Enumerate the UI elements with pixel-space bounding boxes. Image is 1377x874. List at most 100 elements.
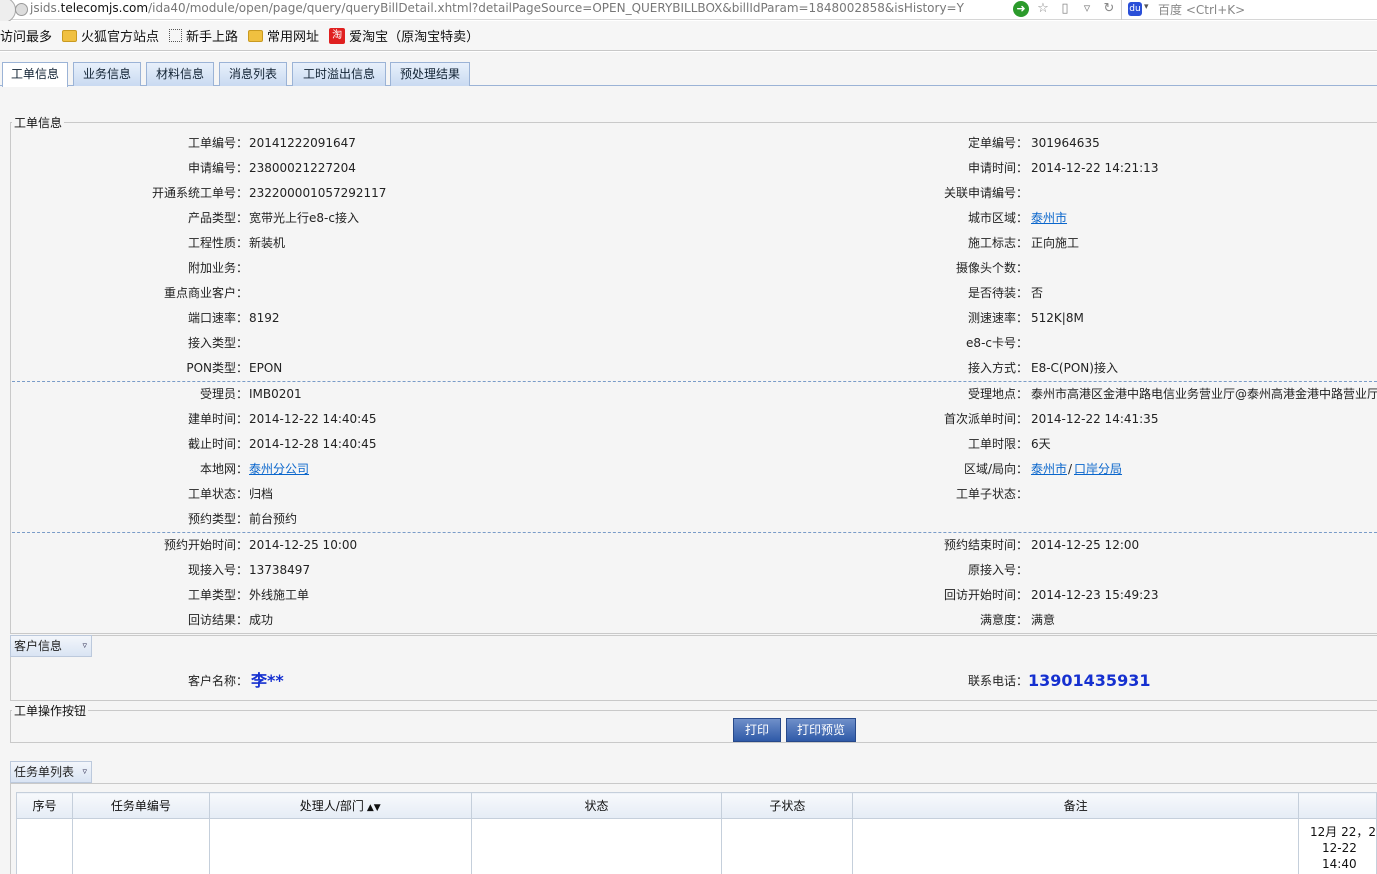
info-row: 回访结果： 成功 满意度： 满意 [0, 610, 1377, 630]
col-sub-status[interactable]: 子状态 [721, 792, 854, 819]
field-label: 预约开始时间： [163, 538, 248, 552]
url-text[interactable]: jsids.telecomjs.com/ida40/module/open/pa… [30, 1, 964, 15]
reload-icon[interactable]: ↻ [1101, 1, 1117, 17]
field-label: PON类型： [186, 361, 248, 375]
field-label: 端口速率： [187, 311, 248, 325]
tab-message-list[interactable]: 消息列表 [219, 62, 287, 86]
field-label: 受理地点： [967, 387, 1028, 401]
field-value: 宽带光上行e8-c接入 [249, 211, 359, 225]
info-row: 端口速率： 8192 测速速率： 512K|8M [0, 308, 1377, 328]
field-value: 2014-12-22 14:21:13 [1031, 161, 1159, 175]
cell-sub-status [721, 818, 854, 874]
field-label: 测速速率： [967, 311, 1028, 325]
address-bar[interactable]: jsids.telecomjs.com/ida40/module/open/pa… [0, 0, 1377, 23]
col-index[interactable]: 序号 [16, 792, 73, 819]
field-label: 受理员： [199, 387, 248, 401]
field-label: 预约结束时间： [943, 538, 1028, 552]
info-row: 工单状态： 归档 工单子状态： [0, 484, 1377, 504]
time-line: 12月 22，2 [1310, 825, 1376, 839]
field-value: 新装机 [249, 236, 286, 250]
task-list-title: 任务单列表 [14, 765, 75, 779]
star-icon[interactable]: ☆ [1035, 1, 1051, 17]
field-value[interactable]: 口岸分局 [1074, 459, 1122, 479]
field-label: 关联申请编号： [943, 186, 1028, 200]
field-value: IMB0201 [249, 387, 302, 401]
field-label: 重点商业客户： [163, 286, 248, 300]
table-header-row: 序号 任务单编号 处理人/部门 ▲▼ 状态 子状态 备注 [16, 792, 1377, 819]
field-value: 2014-12-23 15:49:23 [1031, 588, 1159, 602]
field-value: 泰州市高港区金港中路电信业务营业厅@泰州高港金港中路营业厅 [1031, 387, 1377, 401]
collapse-icon[interactable]: ▿ [82, 762, 87, 782]
field-value: 512K|8M [1031, 311, 1084, 325]
customer-name-value: 李** [251, 671, 284, 690]
page-content: 工单信息 业务信息 材料信息 消息列表 工时溢出信息 预处理结果 工单信息 工单… [0, 52, 1377, 874]
divider [12, 532, 1377, 533]
col-task-no[interactable]: 任务单编号 [71, 792, 210, 819]
info-row: 现接入号： 13738497 原接入号： [0, 560, 1377, 580]
field-label: 工程性质： [187, 236, 248, 250]
task-list-header[interactable]: 任务单列表 ▿ [10, 761, 92, 783]
collapse-icon[interactable]: ▿ [82, 636, 87, 656]
col-status[interactable]: 状态 [470, 792, 723, 819]
field-value[interactable]: 泰州分公司 [249, 459, 309, 479]
bookmark-taobao[interactable]: 淘 爱淘宝（原淘宝特卖） [329, 26, 479, 45]
bookmark-common-sites[interactable]: 常用网址 [248, 26, 319, 45]
info-row: 工程性质： 新装机 施工标志： 正向施工 [0, 233, 1377, 253]
field-label: 接入方式： [967, 361, 1028, 375]
tab-overtime-info[interactable]: 工时溢出信息 [292, 62, 386, 86]
tab-preprocess-result[interactable]: 预处理结果 [390, 62, 470, 86]
bookmark-label: 常用网址 [267, 30, 320, 45]
sort-icon[interactable]: ▲▼ [367, 803, 381, 813]
tab-order-info[interactable]: 工单信息 [2, 62, 68, 87]
col-remark[interactable]: 备注 [852, 792, 1300, 819]
field-value[interactable]: 泰州市 [1031, 459, 1067, 479]
search-engine-dropdown-icon[interactable]: ▾ [1144, 2, 1149, 12]
search-box[interactable]: du ▾ 百度 <Ctrl+K> [1121, 0, 1377, 20]
info-row: 工单类型： 外线施工单 回访开始时间： 2014-12-23 15:49:23 [0, 585, 1377, 605]
dropdown-icon[interactable]: ▿ [1079, 1, 1095, 17]
field-value: 否 [1031, 286, 1044, 300]
bookmark-most-visited[interactable]: 访问最多 [0, 26, 52, 45]
field-label: 回访开始时间： [943, 588, 1028, 602]
baidu-icon[interactable]: du [1128, 2, 1142, 16]
field-label: 区域/局向： [963, 462, 1028, 476]
bookmark-label: 访问最多 [0, 30, 53, 45]
back-button[interactable] [0, 0, 16, 23]
field-value: 23800021227204 [249, 161, 356, 175]
field-value: 2014-12-22 14:41:35 [1031, 412, 1159, 426]
field-label: 工单类型： [187, 588, 248, 602]
field-label: 满意度： [979, 613, 1028, 627]
customer-info-header[interactable]: 客户信息 ▿ [10, 635, 92, 657]
info-row: 申请编号： 23800021227204 申请时间： 2014-12-22 14:21… [0, 158, 1377, 178]
go-icon[interactable]: ➜ [1013, 1, 1029, 17]
bookmark-getting-started[interactable]: 新手上路 [169, 26, 238, 45]
field-label: 本地网： [199, 462, 248, 476]
field-label: 申请编号： [187, 161, 248, 175]
folder-icon [248, 29, 264, 42]
field-value: 8192 [249, 311, 280, 325]
cell-task-no: 主单 [71, 818, 210, 874]
tab-material-info[interactable]: 材料信息 [146, 62, 214, 86]
info-row: 开通系统工单号： 232200001057292117 关联申请编号： [0, 183, 1377, 203]
bookmark-firefox-sites[interactable]: 火狐官方站点 [62, 26, 159, 45]
site-identity-icon[interactable] [15, 3, 28, 16]
time-picker-preview: 12月 22，2 12-22 14:40 [1310, 824, 1376, 872]
col-handler[interactable]: 处理人/部门 ▲▼ [208, 792, 472, 819]
print-button[interactable]: 打印 [733, 718, 781, 742]
field-value: 301964635 [1031, 136, 1100, 150]
cell-index: 1 [16, 818, 73, 874]
col-time[interactable] [1298, 792, 1377, 819]
time-line: 14:40 [1322, 857, 1357, 871]
print-preview-button[interactable]: 打印预览 [786, 718, 856, 742]
bookmarks-toolbar: 访问最多 火狐官方站点 新手上路 常用网址 淘 爱淘宝（原淘宝特卖） [0, 21, 1377, 51]
field-label: 附加业务： [187, 261, 248, 275]
field-label: 接入类型： [187, 336, 248, 350]
customer-row: 客户名称： 李** 联系电话： 13901435931 [0, 669, 1377, 693]
field-value[interactable]: 泰州市 [1031, 208, 1067, 228]
info-row: 建单时间： 2014-12-22 14:40:45 首次派单时间： 2014-12-2… [0, 409, 1377, 429]
field-label: 预约类型： [187, 512, 248, 526]
field-value: 满意 [1031, 613, 1056, 627]
table-row[interactable]: 1 主单 [16, 818, 1377, 874]
tab-business-info[interactable]: 业务信息 [73, 62, 141, 86]
phone-icon[interactable]: ▯ [1057, 1, 1073, 17]
